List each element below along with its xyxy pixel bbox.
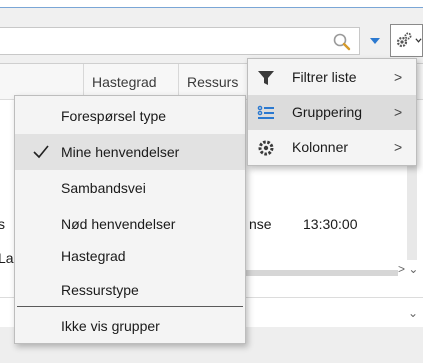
submenu-arrow-icon: > [394,104,403,120]
cell-time: 13:30:00 [303,216,358,232]
chevron-down-icon[interactable]: ⌄ [408,306,418,320]
submenu-arrow-icon: > [394,69,403,85]
menu-item-label: Sambandsvei [61,180,146,196]
group-option-ressurstype[interactable]: Ressurstype [15,272,245,308]
menu-separator [17,306,243,307]
scroll-right-button[interactable]: > ⌄ [398,262,423,282]
search-icon[interactable] [332,32,352,52]
menu-item-label: Hastegrad [61,248,126,264]
filter-dropdown-caret-icon[interactable] [368,34,382,48]
window-top-border [0,0,423,8]
cell-ressurstype: nse [249,216,272,232]
menu-item-label: Nød henvendelser [61,216,176,232]
grouping-list-icon [257,105,274,119]
funnel-icon [258,71,274,85]
group-option-hastegrad[interactable]: Hastegrad [15,238,245,274]
group-option-sambandsvei[interactable]: Sambandsvei [15,170,245,206]
menu-item-label: Gruppering [292,104,363,120]
cell-partial-left-row2: La [0,250,14,266]
menu-item-gruppering[interactable]: Gruppering > [248,95,416,130]
menu-item-label: Ikke vis grupper [61,318,160,334]
horizontal-scrollbar[interactable] [230,270,398,276]
cell-partial-left: s [0,216,5,232]
settings-button[interactable] [390,24,423,57]
grouping-menu: Forespørsel type Mine henvendelser Samba… [14,95,246,344]
group-option-foresporsel-type[interactable]: Forespørsel type [15,98,245,134]
menu-item-label: Ressurstype [61,282,139,298]
gear-icon [258,140,274,156]
menu-item-filtrer-liste[interactable]: Filtrer liste > [248,60,416,95]
gears-icon [396,32,412,48]
menu-item-label: Kolonner [292,139,349,155]
menu-item-kolonner[interactable]: Kolonner > [248,130,416,165]
menu-item-label: Mine henvendelser [61,144,180,160]
group-option-nod-henvendelser[interactable]: Nød henvendelser [15,206,245,242]
chevron-down-icon [415,38,422,43]
group-option-ikke-vis-grupper[interactable]: Ikke vis grupper [15,308,245,344]
menu-item-label: Forespørsel type [61,108,167,124]
search-input[interactable] [0,27,360,55]
submenu-arrow-icon: > [394,139,403,155]
group-option-mine-henvendelser[interactable]: Mine henvendelser [15,134,245,170]
checkmark-icon [33,145,49,159]
settings-menu: Filtrer liste > Gruppering > Kolonner > [247,58,417,166]
menu-item-label: Filtrer liste [292,69,357,85]
